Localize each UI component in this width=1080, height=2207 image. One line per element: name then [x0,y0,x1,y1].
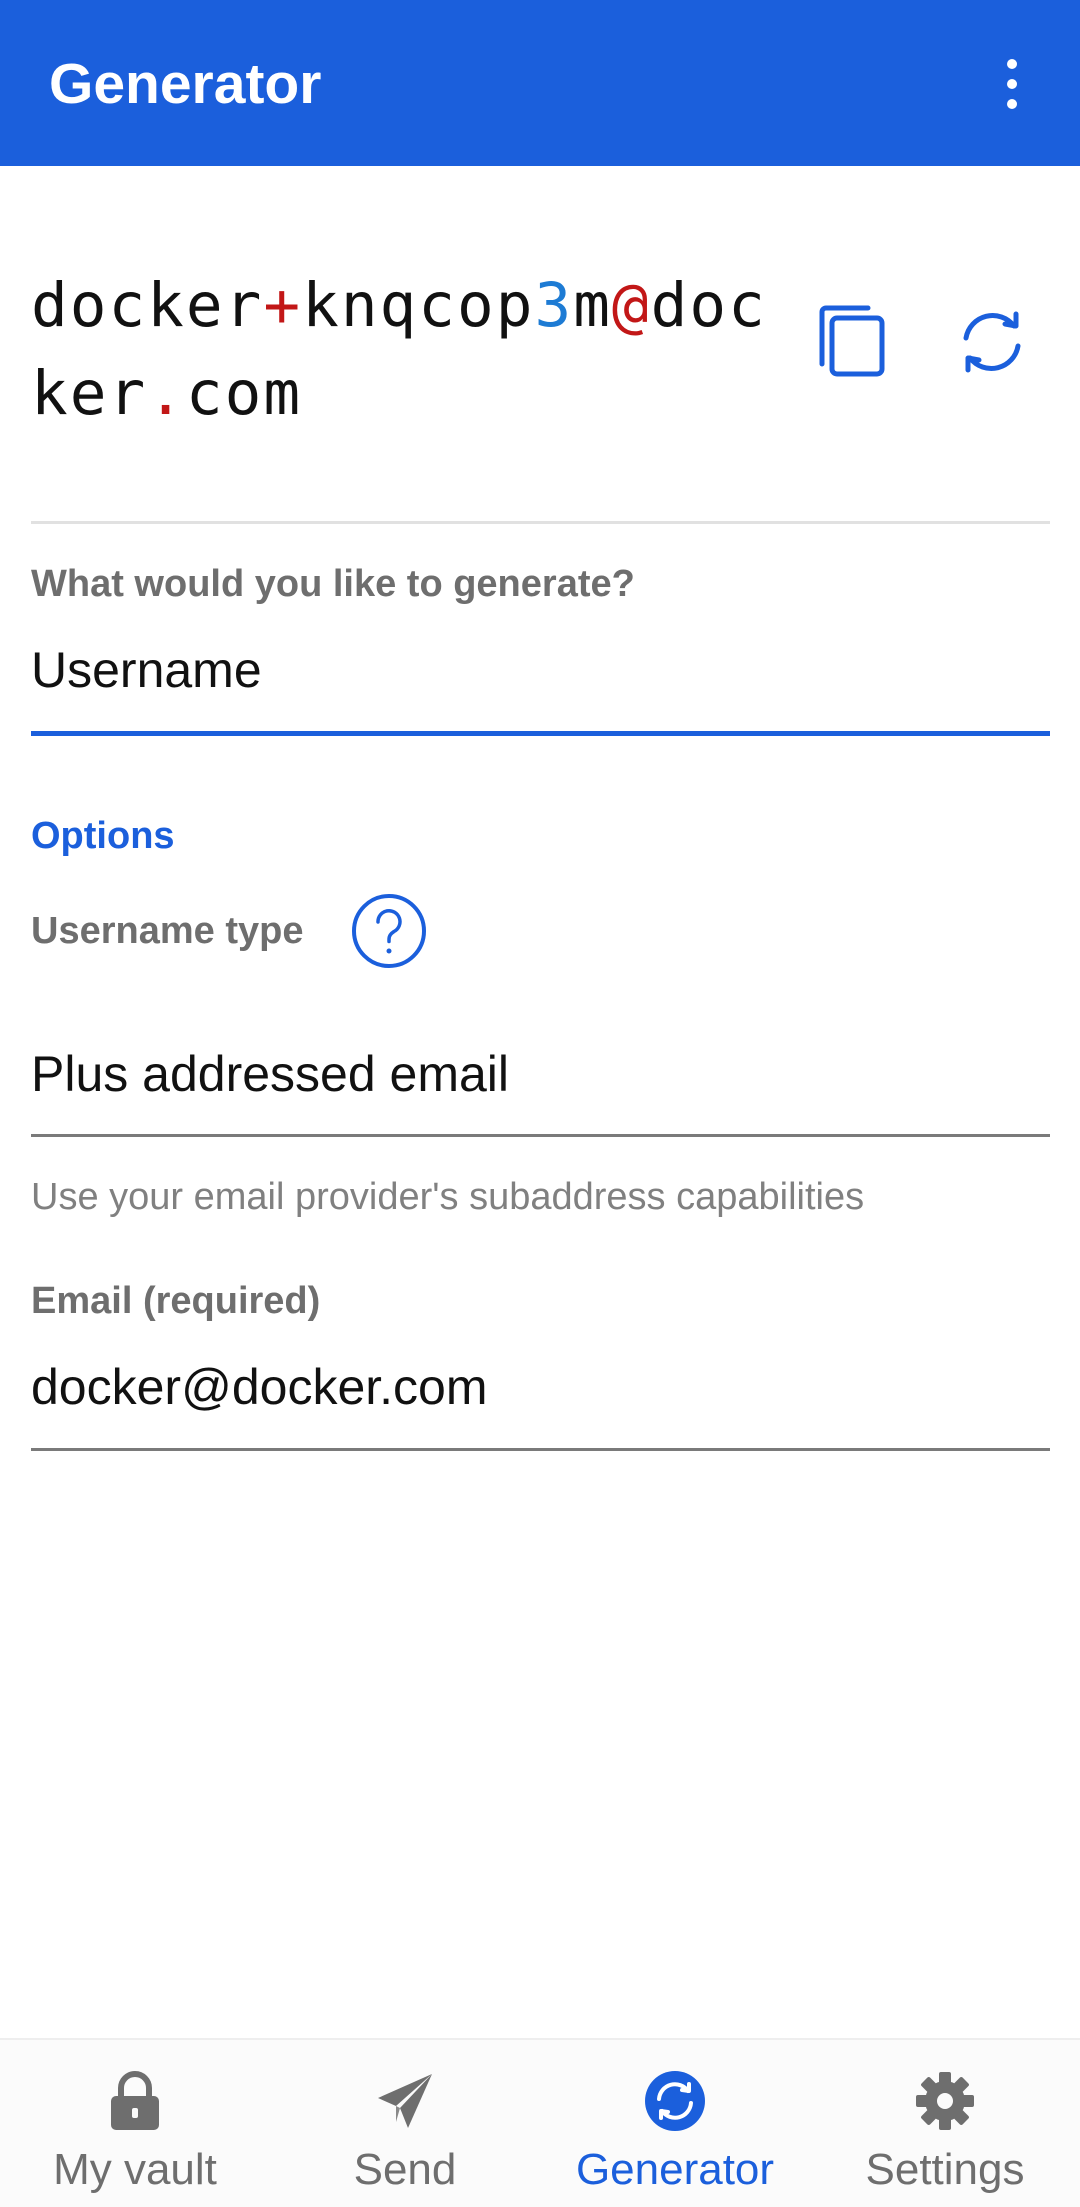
username-type-select[interactable]: Plus addressed email [31,1045,509,1103]
nav-item-my-vault[interactable]: My vault [0,2040,270,2207]
generate-type-underline [31,731,1050,736]
generated-part: m [573,270,612,341]
options-section-title: Options [31,815,175,857]
username-type-help-button[interactable] [350,892,428,970]
refresh-icon [644,2070,706,2132]
generate-type-label: What would you like to generate? [31,563,635,605]
generated-part: knqcop [302,270,535,341]
copy-button[interactable] [810,300,894,384]
nav-item-generator[interactable]: Generator [540,2040,810,2207]
gear-icon [914,2070,976,2132]
generated-part: docker [31,270,264,341]
email-underline [31,1448,1050,1451]
nav-label: Generator [575,2145,775,2194]
nav-item-send[interactable]: Send [270,2040,540,2207]
generated-part: @ [611,270,651,341]
refresh-icon [963,311,1021,373]
bottom-navigation: My vault Send Generator Settings [0,2038,1080,2207]
nav-label: Send [353,2145,457,2194]
nav-label: My vault [53,2145,217,2194]
page-title: Generator [49,52,322,116]
lock-icon [104,2070,166,2132]
regenerate-button[interactable] [950,300,1034,384]
email-field[interactable]: docker@docker.com [31,1358,488,1416]
help-icon [352,894,426,968]
nav-label: Settings [865,2145,1025,2194]
username-type-label: Username type [31,910,304,952]
app-bar: Generator [0,0,1080,166]
generated-username: docker+knqcop3m@docker.com [31,262,771,438]
generated-part: + [263,270,303,341]
username-type-helper-text: Use your email provider's subaddress cap… [31,1176,865,1218]
send-icon [374,2070,436,2132]
username-type-underline [31,1134,1050,1137]
divider [31,521,1050,524]
generated-part: . [147,358,186,429]
email-label: Email (required) [31,1280,321,1322]
overflow-menu-icon[interactable] [990,52,1034,116]
nav-item-settings[interactable]: Settings [810,2040,1080,2207]
generated-part: 3 [534,270,574,341]
copy-icon [819,305,885,377]
generated-part: com [185,358,303,429]
generate-type-select[interactable]: Username [31,641,262,699]
